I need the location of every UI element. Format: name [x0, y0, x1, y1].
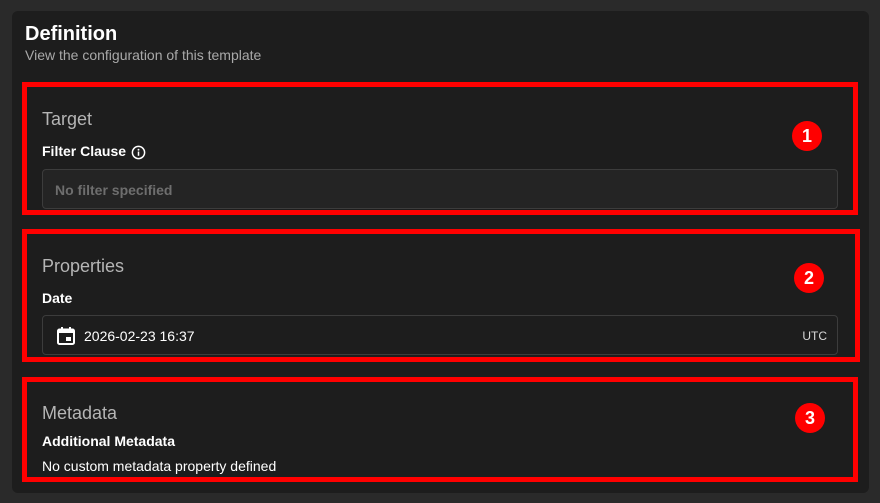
metadata-empty-text: No custom metadata property defined [42, 458, 277, 474]
filter-clause-placeholder: No filter specified [55, 182, 173, 198]
metadata-section-title: Metadata [42, 403, 118, 423]
filter-clause-label-text: Filter Clause [42, 143, 127, 159]
section-number-badge-1: 1 [792, 121, 822, 151]
section-number-badge-2: 2 [794, 263, 824, 293]
filter-clause-field[interactable]: No filter specified [42, 169, 838, 209]
section-number-badge-3: 3 [795, 403, 825, 433]
date-label: Date [42, 290, 73, 306]
properties-section-title: Properties [42, 256, 125, 276]
target-section-title: Target [42, 109, 93, 129]
calendar-icon [56, 326, 76, 346]
timezone-label: UTC [802, 329, 827, 343]
page-subtitle: View the configuration of this template [25, 47, 262, 63]
metadata-section: Metadata Additional Metadata No custom m… [22, 377, 858, 482]
date-field[interactable]: 2026-02-23 16:37 UTC [42, 315, 838, 355]
definition-panel: Definition View the configuration of thi… [12, 11, 869, 493]
additional-metadata-label: Additional Metadata [42, 433, 176, 449]
page-title: Definition [25, 23, 118, 45]
date-value: 2026-02-23 16:37 [84, 328, 195, 344]
info-icon[interactable] [131, 145, 146, 159]
target-section: Target Filter Clause No filter specified… [22, 82, 858, 215]
properties-section: Properties Date 2026-02-23 16:37 UTC 2 [22, 229, 860, 362]
filter-clause-label: Filter Clause [42, 142, 146, 160]
